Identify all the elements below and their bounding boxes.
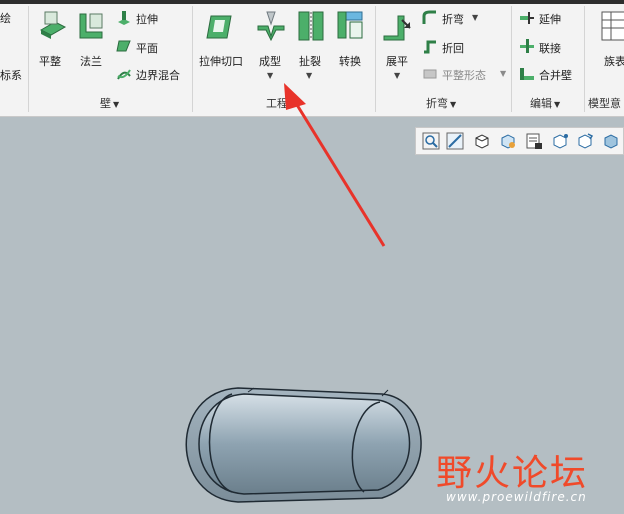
watermark-url: www.proewildfire.cn [446,490,587,504]
watermark-logo: 野火论坛 [436,453,589,494]
forum-watermark: 野火论坛 www.proewildfire.cn [436,430,624,514]
